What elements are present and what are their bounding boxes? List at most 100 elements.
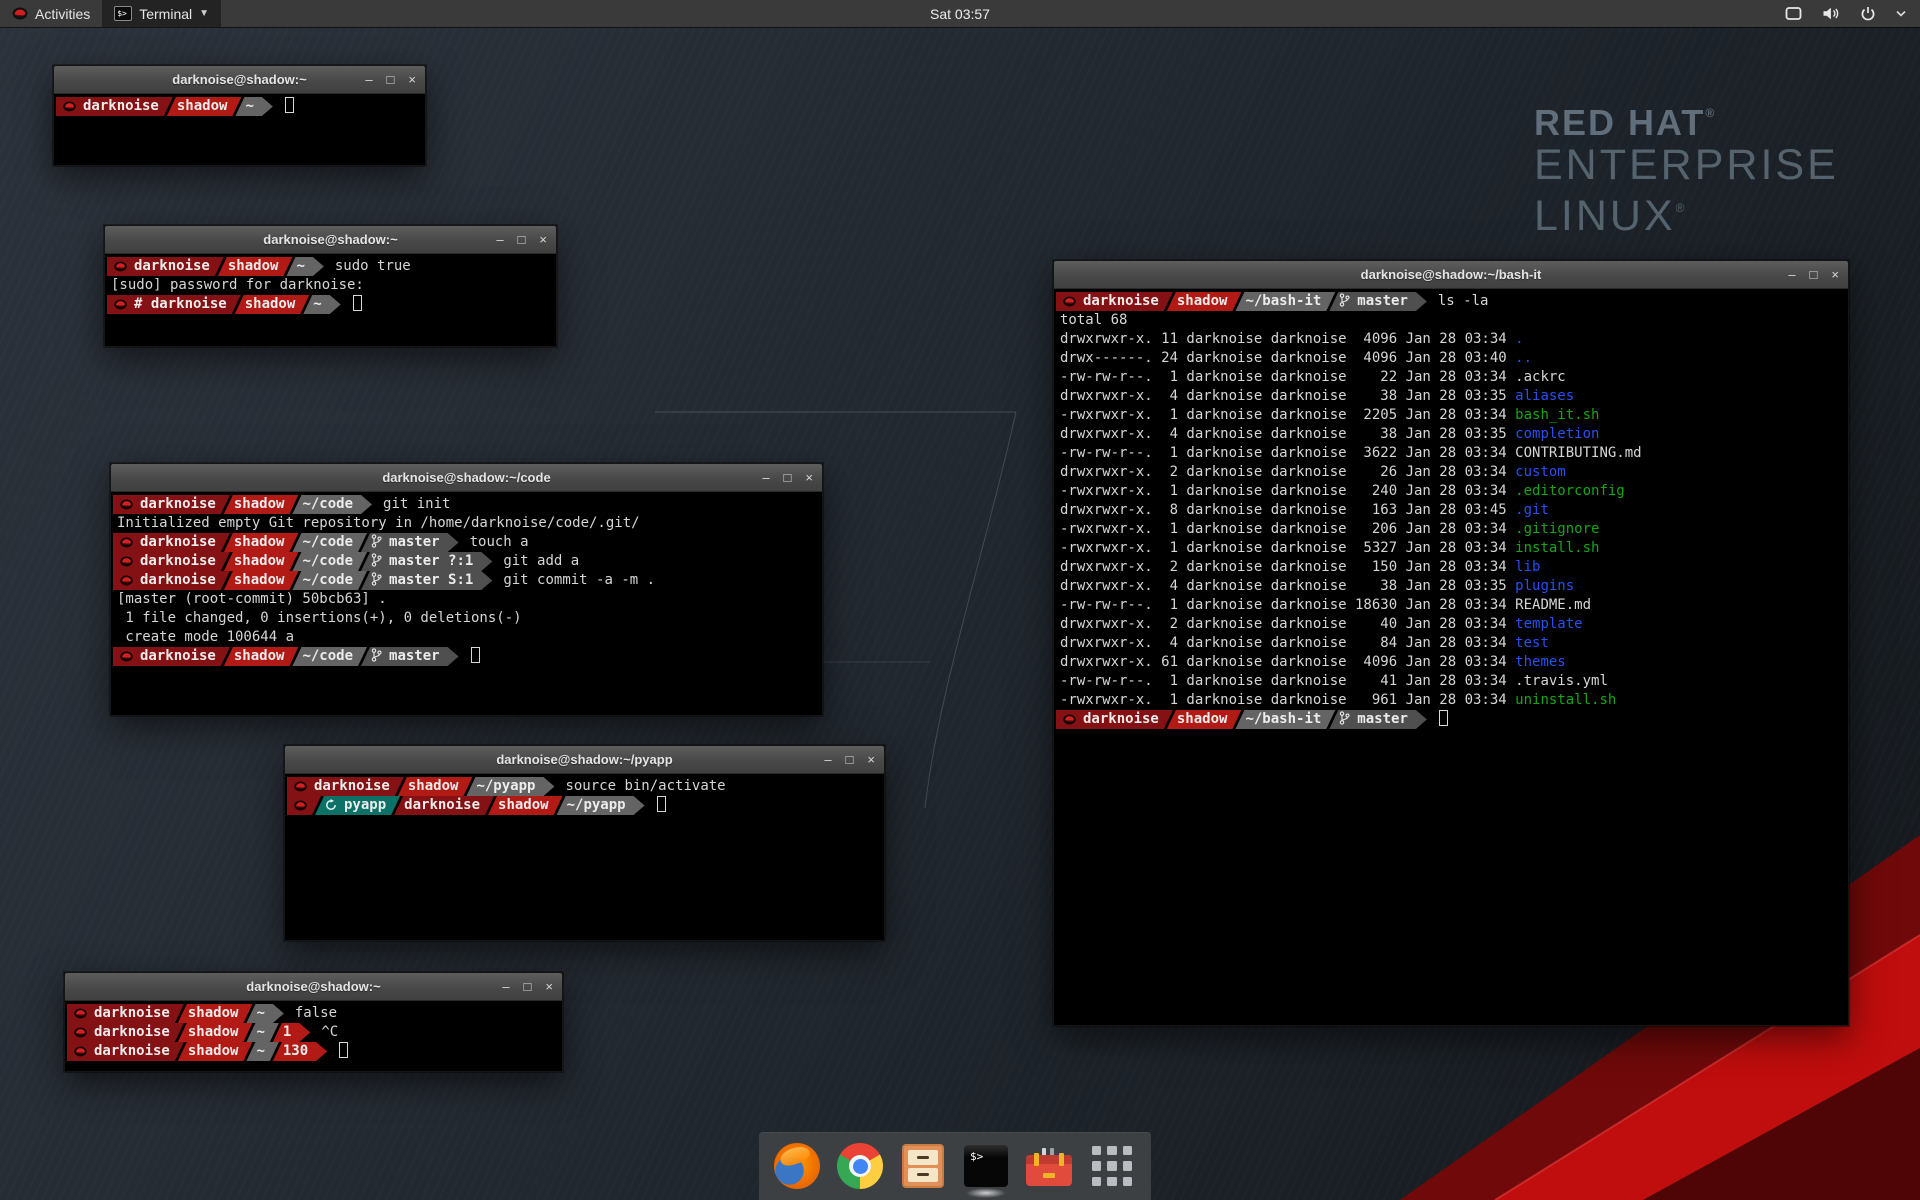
terminal-cursor[interactable] — [339, 1042, 348, 1058]
minimize-button[interactable]: – — [502, 980, 509, 993]
segment-label: ~/code — [302, 648, 353, 664]
prompt-segment: shadow — [235, 295, 310, 314]
prompt-segment: ~ — [235, 97, 272, 116]
terminal-line: darknoiseshadow~/bash-itmaster — [1056, 710, 1848, 729]
maximize-button[interactable]: □ — [784, 471, 792, 484]
terminal-body[interactable]: darknoiseshadow~ — [54, 94, 425, 165]
terminal-line: drwx------. 24 darknoise darknoise 4096 … — [1056, 349, 1848, 368]
ls-row-filename: install.sh — [1515, 540, 1599, 556]
dock-item-app-grid[interactable] — [1088, 1142, 1136, 1190]
segment-label: shadow — [228, 258, 279, 274]
terminal-command: ^C — [321, 1024, 338, 1040]
logo-reg2: ® — [1676, 201, 1688, 215]
terminal-cursor[interactable] — [471, 647, 480, 663]
dock-item-files[interactable] — [899, 1142, 947, 1190]
terminal-command: git commit -a -m . — [503, 572, 655, 588]
prompt-segment: ~/code — [292, 552, 367, 571]
maximize-button[interactable]: □ — [846, 753, 854, 766]
segment-label: # darknoise — [134, 296, 227, 312]
window-titlebar[interactable]: darknoise@shadow:~/pyapp – □ × — [285, 746, 884, 774]
segment-label: ~/bash-it — [1245, 711, 1321, 727]
segment-label: ~ — [296, 258, 304, 274]
terminal-window-code[interactable]: darknoise@shadow:~/code –□× darknoisesha… — [110, 463, 823, 716]
display-icon[interactable] — [1785, 6, 1802, 21]
maximize-button[interactable]: □ — [1810, 268, 1818, 281]
volume-icon[interactable] — [1822, 6, 1840, 21]
prompt-segment: ~ — [286, 257, 323, 276]
ls-row-filename: .editorconfig — [1515, 483, 1625, 499]
terminal-cursor[interactable] — [1439, 710, 1448, 726]
terminal-line: drwxrwxr-x. 61 darknoise darknoise 4096 … — [1056, 653, 1848, 672]
minimize-button[interactable]: – — [496, 233, 503, 246]
file-manager-icon — [902, 1144, 944, 1188]
terminal-line: -rwxrwxr-x. 1 darknoise darknoise 961 Ja… — [1056, 691, 1848, 710]
window-title: darknoise@shadow:~/pyapp — [285, 752, 884, 767]
maximize-button[interactable]: □ — [518, 233, 526, 246]
prompt-segment: darknoise — [113, 571, 230, 590]
window-titlebar[interactable]: darknoise@shadow:~ –□× — [105, 226, 556, 254]
terminal-line: -rw-rw-r--. 1 darknoise darknoise 22 Jan… — [1056, 368, 1848, 387]
terminal-body[interactable]: darknoiseshadow~/bash-itmasterls -latota… — [1054, 289, 1848, 1025]
window-titlebar[interactable]: darknoise@shadow:~/bash-it –□× — [1054, 261, 1848, 289]
prompt-segment: darknoise — [394, 796, 494, 815]
terminal-cursor[interactable] — [353, 295, 362, 311]
redhat-hat-icon — [120, 537, 133, 548]
prompt-segment: master — [361, 647, 459, 666]
window-titlebar[interactable]: darknoise@shadow:~ –□× — [65, 973, 562, 1001]
maximize-button[interactable]: □ — [387, 73, 395, 86]
dock-item-firefox[interactable] — [773, 1142, 821, 1190]
window-titlebar[interactable]: darknoise@shadow:~ –□× — [54, 66, 425, 94]
terminal-window-sudo[interactable]: darknoise@shadow:~ –□× darknoiseshadow~s… — [104, 225, 557, 347]
window-titlebar[interactable]: darknoise@shadow:~/code –□× — [111, 464, 822, 492]
segment-label: ~ — [256, 1024, 264, 1040]
segment-label: shadow — [177, 98, 228, 114]
ls-row-filename: bash_it.sh — [1515, 407, 1599, 423]
terminal-body[interactable]: darknoiseshadow~/codegit initInitialized… — [111, 492, 822, 715]
maximize-button[interactable]: □ — [524, 980, 532, 993]
segment-label: shadow — [188, 1005, 239, 1021]
chevron-down-icon[interactable] — [1896, 10, 1906, 17]
ls-row-filename: plugins — [1515, 578, 1574, 594]
segment-label: ~ — [245, 98, 253, 114]
terminal-line: # darknoiseshadow~ — [107, 295, 556, 314]
prompt-segment: ~/code — [292, 647, 367, 666]
minimize-button[interactable]: – — [762, 471, 769, 484]
terminal-window-bash-it[interactable]: darknoise@shadow:~/bash-it –□× darknoise… — [1053, 260, 1849, 1026]
prompt-segment: shadow — [178, 1004, 253, 1023]
power-icon[interactable] — [1860, 6, 1876, 22]
terminal-line: drwxrwxr-x. 2 darknoise darknoise 26 Jan… — [1056, 463, 1848, 482]
close-button[interactable]: × — [805, 471, 813, 484]
close-button[interactable]: × — [1831, 268, 1839, 281]
terminal-window-home-2[interactable]: darknoise@shadow:~ –□× darknoiseshadow~f… — [64, 972, 563, 1072]
terminal-body[interactable]: darknoiseshadow~sudo true[sudo] password… — [105, 254, 556, 346]
ls-row-meta: drwxrwxr-x. 2 darknoise darknoise 150 Ja… — [1056, 559, 1515, 575]
close-button[interactable]: × — [408, 73, 416, 86]
minimize-button[interactable]: – — [365, 73, 372, 86]
ls-row-meta: -rw-rw-r--. 1 darknoise darknoise 41 Jan… — [1056, 673, 1515, 689]
dock-item-terminal[interactable]: $> — [962, 1142, 1010, 1190]
redhat-hat-icon — [294, 800, 307, 811]
prompt-segment: ~/code — [292, 533, 367, 552]
terminal-body[interactable]: darknoiseshadow~/pyappsource bin/activat… — [285, 774, 884, 940]
clock[interactable]: Sat 03:57 — [0, 6, 1920, 22]
minimize-button[interactable]: – — [1788, 268, 1795, 281]
dock-item-chrome[interactable] — [836, 1142, 884, 1190]
terminal-cursor[interactable] — [657, 796, 666, 812]
terminal-window-pyapp[interactable]: darknoise@shadow:~/pyapp – □ × darknoisesh… — [284, 745, 885, 941]
dock-item-toolbox[interactable] — [1025, 1142, 1073, 1190]
segment-label: darknoise — [134, 258, 210, 274]
terminal-window-home-1[interactable]: darknoise@shadow:~ –□× darknoiseshadow~ — [53, 65, 426, 166]
close-button[interactable]: × — [539, 233, 547, 246]
terminal-body[interactable]: darknoiseshadow~falsedarknoiseshadow~1^C… — [65, 1001, 562, 1071]
close-button[interactable]: × — [545, 980, 553, 993]
terminal-line: darknoiseshadow~/pyappsource bin/activat… — [287, 777, 884, 796]
terminal-cursor[interactable] — [285, 97, 294, 113]
ls-row-meta: -rw-rw-r--. 1 darknoise darknoise 3622 J… — [1056, 445, 1515, 461]
ls-row-meta: -rwxrwxr-x. 1 darknoise darknoise 206 Ja… — [1056, 521, 1515, 537]
close-button[interactable]: × — [867, 753, 875, 766]
ls-row-filename: themes — [1515, 654, 1566, 670]
terminal-line: darknoiseshadow~1^C — [67, 1023, 562, 1042]
minimize-button[interactable]: – — [824, 753, 831, 766]
terminal-line: -rwxrwxr-x. 1 darknoise darknoise 240 Ja… — [1056, 482, 1848, 501]
ls-row-meta: drwxrwxr-x. 11 darknoise darknoise 4096 … — [1056, 331, 1515, 347]
